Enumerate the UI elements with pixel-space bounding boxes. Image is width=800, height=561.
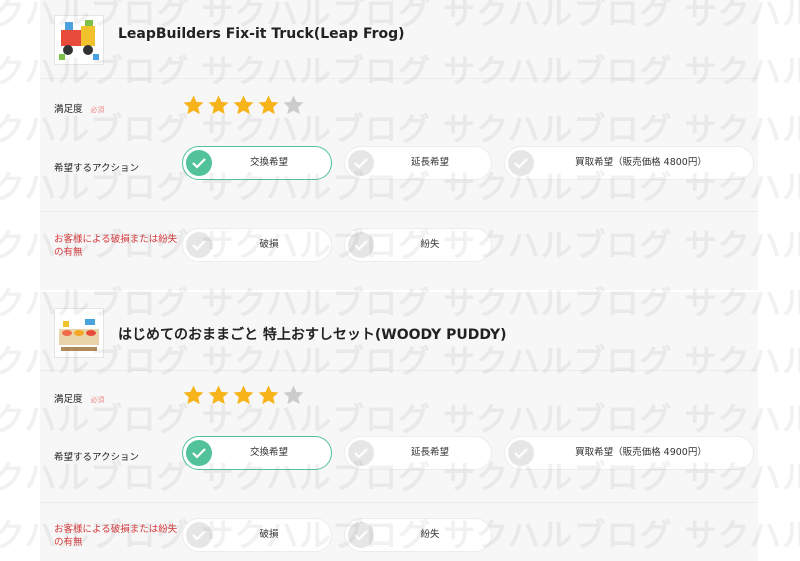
required-tag: 必須 (90, 396, 105, 404)
check-icon (348, 440, 374, 466)
damage-option-broken[interactable]: 破損 (182, 518, 332, 552)
damage-option-lost[interactable]: 紛失 (344, 228, 492, 262)
action-option-exchange[interactable]: 交換希望 (182, 436, 332, 470)
star-empty-icon[interactable] (282, 384, 305, 407)
check-icon (186, 150, 212, 176)
product-header: はじめてのおままごと 特上おすしセット(WOODY PUDDY) (40, 292, 758, 371)
check-icon (348, 150, 374, 176)
satisfaction-text: 満足度 (54, 394, 83, 405)
product-header: LeapBuilders Fix-it Truck(Leap Frog) (40, 0, 758, 79)
truck-toy-image (59, 20, 99, 60)
option-label: 交換希望 (249, 157, 288, 168)
check-icon (186, 522, 212, 548)
product-thumbnail (54, 15, 104, 65)
action-option-purchase[interactable]: 買取希望（販売価格 4900円） (504, 436, 754, 470)
divider (40, 502, 758, 503)
star-rating[interactable] (182, 384, 305, 407)
option-label: 延長希望 (410, 157, 449, 168)
option-label: 紛失 (420, 529, 440, 540)
star-filled-icon[interactable] (182, 384, 205, 407)
damage-label: お客様による破損または紛失の有無 (54, 234, 178, 258)
damage-option-broken[interactable]: 破損 (182, 228, 332, 262)
star-filled-icon[interactable] (207, 384, 230, 407)
check-icon (508, 150, 534, 176)
sushi-toy-image (59, 319, 99, 351)
check-icon (186, 440, 212, 466)
star-filled-icon[interactable] (257, 384, 280, 407)
option-label: 破損 (259, 239, 279, 250)
satisfaction-label: 満足度 必須 (54, 101, 105, 115)
satisfaction-text: 満足度 (54, 104, 83, 115)
action-label: 希望するアクション (54, 163, 140, 174)
product-card: はじめてのおままごと 特上おすしセット(WOODY PUDDY) 満足度 必須 希… (40, 292, 758, 561)
damage-option-lost[interactable]: 紛失 (344, 518, 492, 552)
option-label: 買取希望（販売価格 4800円） (575, 157, 707, 168)
satisfaction-label: 満足度 必須 (54, 391, 105, 405)
action-option-purchase[interactable]: 買取希望（販売価格 4800円） (504, 146, 754, 180)
star-rating[interactable] (182, 94, 305, 117)
product-title: はじめてのおままごと 特上おすしセット(WOODY PUDDY) (118, 327, 507, 343)
option-label: 交換希望 (249, 447, 288, 458)
option-label: 紛失 (420, 239, 440, 250)
product-card: LeapBuilders Fix-it Truck(Leap Frog) 満足度… (40, 0, 758, 290)
divider (40, 211, 758, 212)
damage-label: お客様による破損または紛失の有無 (54, 524, 178, 548)
star-empty-icon[interactable] (282, 94, 305, 117)
product-title: LeapBuilders Fix-it Truck(Leap Frog) (118, 26, 405, 42)
option-label: 買取希望（販売価格 4900円） (575, 447, 707, 458)
action-label: 希望するアクション (54, 452, 140, 463)
star-filled-icon[interactable] (232, 94, 255, 117)
action-option-exchange[interactable]: 交換希望 (182, 146, 332, 180)
star-filled-icon[interactable] (182, 94, 205, 117)
action-option-extend[interactable]: 延長希望 (344, 146, 492, 180)
option-label: 延長希望 (410, 447, 449, 458)
check-icon (186, 232, 212, 258)
check-icon (348, 232, 374, 258)
star-filled-icon[interactable] (207, 94, 230, 117)
option-label: 破損 (259, 529, 279, 540)
star-filled-icon[interactable] (232, 384, 255, 407)
star-filled-icon[interactable] (257, 94, 280, 117)
required-tag: 必須 (90, 106, 105, 114)
product-thumbnail (54, 308, 104, 358)
check-icon (348, 522, 374, 548)
action-option-extend[interactable]: 延長希望 (344, 436, 492, 470)
check-icon (508, 440, 534, 466)
